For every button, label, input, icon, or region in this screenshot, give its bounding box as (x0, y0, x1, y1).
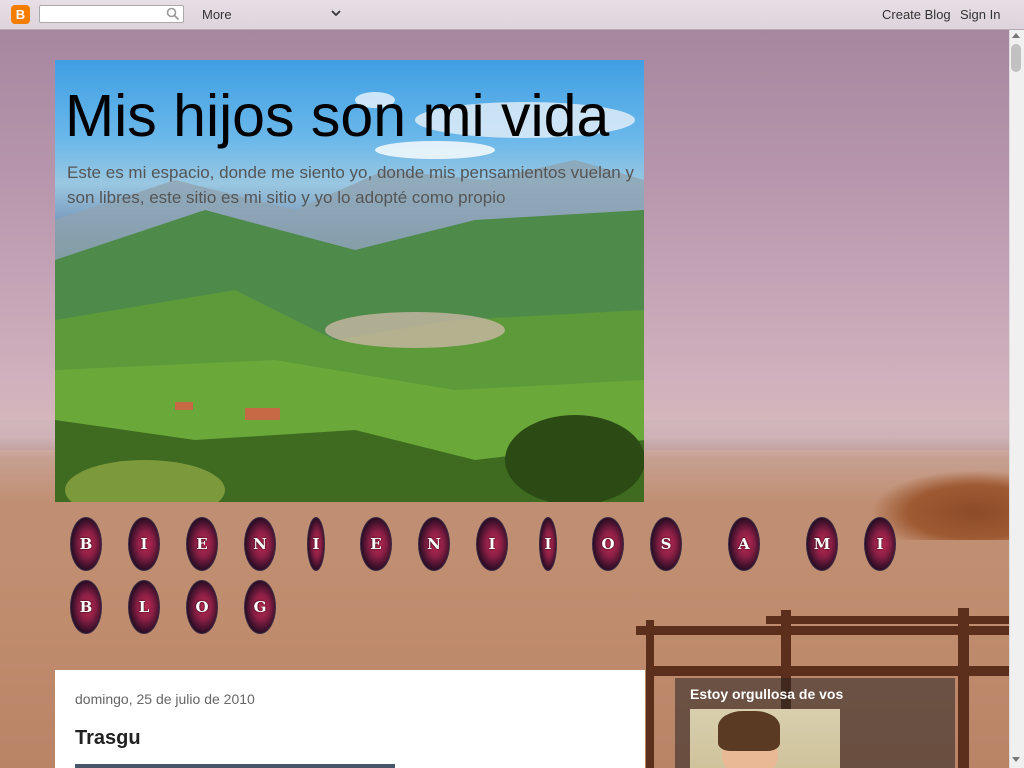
post-date: domingo, 25 de julio de 2010 (75, 691, 255, 707)
heart-letter: L (128, 580, 160, 634)
blog-post: domingo, 25 de julio de 2010 Trasgu (55, 670, 645, 768)
more-dropdown[interactable]: More (202, 7, 232, 22)
heart-letter: E (360, 517, 392, 571)
scrollbar-thumb[interactable] (1011, 44, 1021, 72)
scroll-down-arrow-icon[interactable] (1012, 757, 1020, 762)
post-title[interactable]: Trasgu (75, 727, 141, 750)
heart-letter: N (244, 517, 276, 571)
search-icon[interactable] (166, 7, 180, 21)
create-blog-link[interactable]: Create Blog (882, 7, 951, 22)
heart-letter: B (70, 517, 102, 571)
heart-letter: G (244, 580, 276, 634)
heart-letter: O (592, 517, 624, 571)
heart-letter: A (728, 517, 760, 571)
widget-title: Estoy orgullosa de vos (690, 686, 844, 702)
blogger-navbar: B More Create Blog Sign In (0, 0, 1024, 30)
heart-letter: N (418, 517, 450, 571)
sign-in-link[interactable]: Sign In (960, 7, 1000, 22)
blog-header: Mis hijos son mi vida Este es mi espacio… (55, 60, 644, 502)
heart-letter: E (186, 517, 218, 571)
blogger-logo-icon[interactable]: B (11, 5, 30, 24)
welcome-hearts: B I E N I E N I I O S A M I B L O G (64, 515, 964, 635)
heart-letter: I (128, 517, 160, 571)
blog-description: Este es mi espacio, donde me siento yo, … (67, 163, 634, 207)
sidebar-widget: Estoy orgullosa de vos (675, 678, 955, 768)
heart-letter: O (186, 580, 218, 634)
child-hair-image (718, 711, 780, 751)
heart-letter: I (476, 517, 508, 571)
post-image[interactable] (75, 764, 395, 768)
heart-letter: S (650, 517, 682, 571)
scroll-up-arrow-icon[interactable] (1012, 33, 1020, 38)
page-scrollbar[interactable] (1009, 30, 1024, 768)
heart-letter: B (70, 580, 102, 634)
heart-letter: M (806, 517, 838, 571)
heart-letter: I (539, 517, 557, 571)
heart-letter: I (864, 517, 896, 571)
widget-photo[interactable] (690, 709, 840, 768)
blog-title[interactable]: Mis hijos son mi vida (65, 82, 609, 150)
search-input[interactable] (39, 5, 184, 23)
heart-letter: I (307, 517, 325, 571)
chevron-down-icon[interactable] (330, 7, 342, 19)
